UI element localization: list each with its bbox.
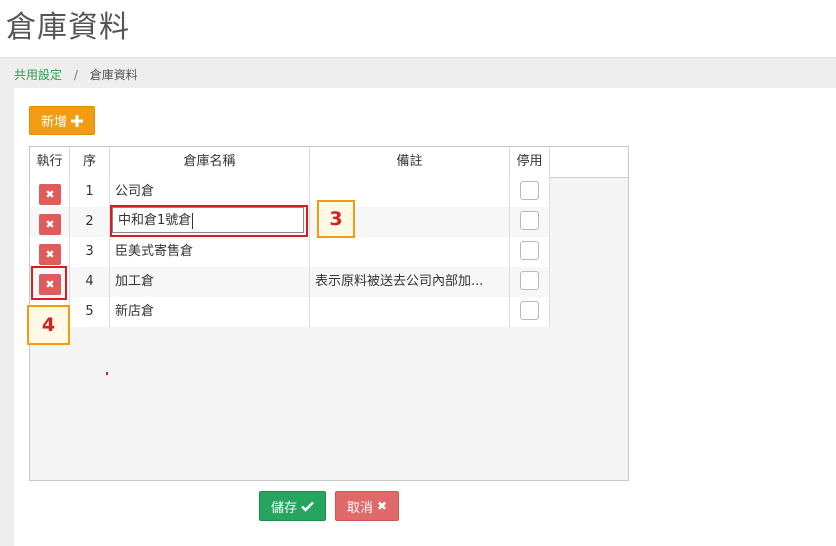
- row-name[interactable]: 臣美式寄售倉: [110, 237, 310, 267]
- delete-row-button[interactable]: ✖: [39, 274, 61, 295]
- row-seq: 4: [70, 267, 110, 297]
- step-callout-3: 3: [317, 200, 355, 238]
- disabled-checkbox[interactable]: [520, 241, 539, 260]
- delete-row-button[interactable]: ✖: [39, 244, 61, 265]
- header-exec: 執行: [30, 147, 70, 177]
- row-name[interactable]: 加工倉: [110, 267, 310, 297]
- row-seq: 1: [70, 177, 110, 207]
- breadcrumb-link-common-settings[interactable]: 共用設定: [14, 68, 62, 82]
- add-button-label: 新增: [40, 115, 67, 130]
- row-name[interactable]: 公司倉: [110, 177, 310, 207]
- row-note[interactable]: 表示原料被送去公司內部加...: [310, 267, 510, 297]
- delete-row-button[interactable]: ✖: [39, 184, 61, 205]
- table-header: 執行 序 倉庫名稱 備註 停用: [30, 147, 628, 178]
- row-seq: 5: [70, 297, 110, 327]
- header-disabled: 停用: [510, 147, 550, 177]
- disabled-checkbox[interactable]: [520, 271, 539, 290]
- breadcrumb-separator: /: [73, 68, 78, 82]
- warehouse-name-input[interactable]: 中和倉1號倉: [112, 207, 304, 233]
- disabled-checkbox[interactable]: [520, 181, 539, 200]
- close-icon: ✖: [45, 248, 55, 261]
- breadcrumb-bar: 共用設定 / 倉庫資料: [0, 57, 836, 88]
- check-icon: [301, 501, 314, 512]
- row-note[interactable]: [310, 237, 510, 267]
- page-title: 倉庫資料: [6, 10, 130, 45]
- plus-icon: [71, 114, 83, 127]
- row-name[interactable]: 新店倉: [110, 297, 310, 327]
- table-row: ✖ 1 公司倉: [30, 177, 550, 207]
- add-button[interactable]: 新增: [29, 106, 95, 135]
- cancel-button[interactable]: 取消 ✖: [335, 491, 399, 521]
- row-seq: 3: [70, 237, 110, 267]
- close-icon: ✖: [45, 278, 55, 291]
- warehouse-table: 執行 序 倉庫名稱 備註 停用 ✖ 1 公司倉 ✖ 2 中和倉1號倉 ✖ 3 臣…: [29, 146, 629, 481]
- breadcrumb-current: 倉庫資料: [89, 68, 138, 82]
- header-seq: 序: [70, 147, 110, 177]
- disabled-checkbox[interactable]: [520, 301, 539, 320]
- table-row: ✖ 4 加工倉 表示原料被送去公司內部加...: [30, 267, 550, 297]
- close-icon: ✖: [376, 499, 388, 513]
- disabled-checkbox[interactable]: [520, 211, 539, 230]
- header-name: 倉庫名稱: [110, 147, 310, 177]
- red-dot-marker: [106, 372, 108, 375]
- step-callout-4: 4: [27, 305, 70, 345]
- table-row: ✖ 2 中和倉1號倉: [30, 207, 550, 237]
- header-note: 備註: [310, 147, 510, 177]
- close-icon: ✖: [45, 218, 55, 231]
- breadcrumb: 共用設定 / 倉庫資料: [14, 66, 138, 83]
- row-note[interactable]: [310, 297, 510, 327]
- save-button[interactable]: 儲存: [259, 491, 326, 521]
- table-row: 5 新店倉: [30, 297, 550, 327]
- save-button-label: 儲存: [270, 500, 297, 516]
- table-row: ✖ 3 臣美式寄售倉: [30, 237, 550, 267]
- row-seq: 2: [70, 207, 110, 237]
- cancel-button-label: 取消: [346, 500, 373, 516]
- close-icon: ✖: [45, 188, 55, 201]
- delete-row-button[interactable]: ✖: [39, 214, 61, 235]
- text-cursor: [192, 212, 194, 229]
